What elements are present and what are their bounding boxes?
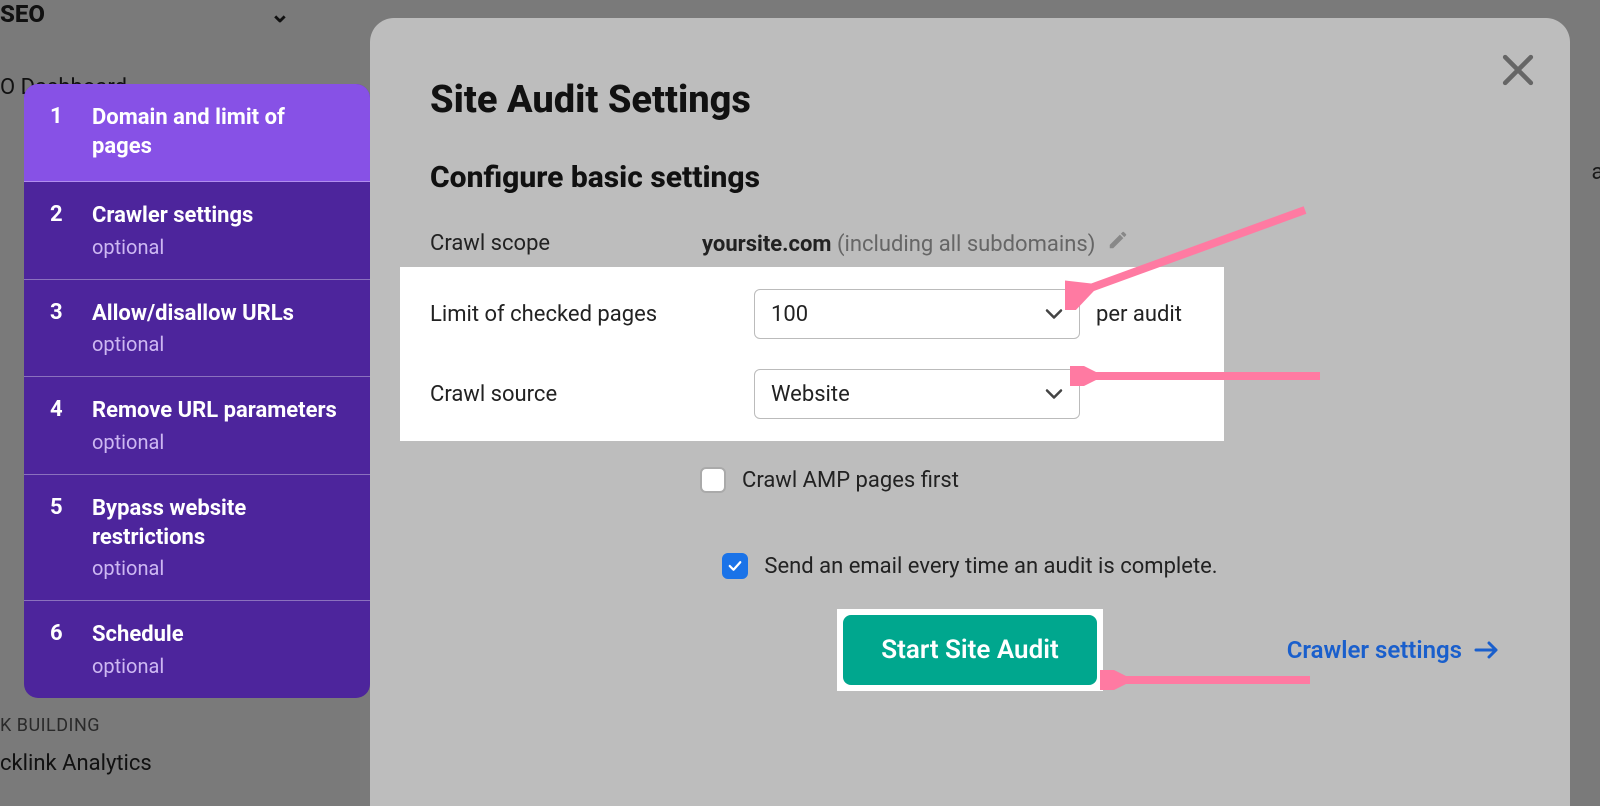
- limit-pages-label: Limit of checked pages: [430, 302, 754, 327]
- crawl-scope-row: Crawl scope yoursite.com (including all …: [430, 229, 1510, 257]
- modal-subtitle: Configure basic settings: [430, 160, 1510, 195]
- start-site-audit-button[interactable]: Start Site Audit: [843, 615, 1096, 685]
- wizard-step-domain-limit[interactable]: 1 Domain and limit of pages: [24, 84, 370, 182]
- close-button[interactable]: [1496, 48, 1540, 92]
- wizard-step-schedule[interactable]: 6 Schedule optional: [24, 601, 370, 698]
- wizard-step-number: 2: [50, 202, 66, 259]
- edit-scope-button[interactable]: [1107, 229, 1129, 251]
- crawl-scope-domain: yoursite.com: [702, 232, 831, 257]
- limit-pages-row: Limit of checked pages 100 per audit: [430, 287, 1224, 341]
- wizard-steps-sidebar: 1 Domain and limit of pages 2 Crawler se…: [24, 84, 370, 698]
- close-icon: [1496, 48, 1540, 92]
- wizard-step-optional: optional: [92, 332, 294, 356]
- wizard-step-label: Schedule: [92, 621, 184, 650]
- wizard-step-number: 5: [50, 495, 66, 580]
- highlight-panel: Limit of checked pages 100 per audit Cra…: [400, 267, 1224, 441]
- arrow-right-icon: [1474, 641, 1500, 659]
- wizard-step-allow-disallow-urls[interactable]: 3 Allow/disallow URLs optional: [24, 280, 370, 378]
- modal-title: Site Audit Settings: [430, 78, 1510, 122]
- wizard-step-optional: optional: [92, 235, 253, 259]
- wizard-step-number: 6: [50, 621, 66, 678]
- wizard-step-bypass-restrictions[interactable]: 5 Bypass website restrictions optional: [24, 475, 370, 601]
- crawl-source-label: Crawl source: [430, 382, 754, 407]
- email-checkbox-row: Send an email every time an audit is com…: [430, 553, 1510, 579]
- email-checkbox-label: Send an email every time an audit is com…: [764, 554, 1217, 579]
- limit-pages-suffix: per audit: [1096, 302, 1182, 327]
- wizard-step-label: Crawler settings: [92, 202, 253, 231]
- limit-pages-select[interactable]: 100: [754, 289, 1080, 339]
- pencil-icon: [1107, 229, 1129, 251]
- chevron-down-icon: [1045, 382, 1063, 407]
- amp-checkbox-label: Crawl AMP pages first: [742, 468, 959, 493]
- wizard-step-crawler-settings[interactable]: 2 Crawler settings optional: [24, 182, 370, 280]
- wizard-step-optional: optional: [92, 556, 344, 580]
- crawl-scope-label: Crawl scope: [430, 231, 702, 256]
- limit-pages-value: 100: [771, 302, 808, 327]
- wizard-step-optional: optional: [92, 430, 337, 454]
- chevron-down-icon: [1045, 302, 1063, 327]
- wizard-step-label: Remove URL parameters: [92, 397, 337, 426]
- crawl-source-value: Website: [771, 382, 850, 407]
- wizard-step-number: 1: [50, 104, 66, 161]
- crawler-settings-link[interactable]: Crawler settings: [1287, 636, 1500, 664]
- wizard-step-label: Domain and limit of pages: [92, 104, 344, 161]
- crawl-source-row: Crawl source Website: [430, 367, 1224, 421]
- wizard-step-label: Allow/disallow URLs: [92, 300, 294, 329]
- wizard-step-optional: optional: [92, 654, 184, 678]
- check-icon: [726, 557, 744, 575]
- wizard-step-number: 3: [50, 300, 66, 357]
- amp-checkbox-row: Crawl AMP pages first: [700, 467, 1510, 493]
- wizard-step-number: 4: [50, 397, 66, 454]
- email-checkbox[interactable]: [722, 553, 748, 579]
- modal-footer: Start Site Audit Crawler settings: [430, 609, 1510, 691]
- crawl-source-select[interactable]: Website: [754, 369, 1080, 419]
- amp-checkbox[interactable]: [700, 467, 726, 493]
- wizard-step-remove-url-parameters[interactable]: 4 Remove URL parameters optional: [24, 377, 370, 475]
- site-audit-settings-modal: Site Audit Settings Configure basic sett…: [370, 18, 1570, 806]
- crawler-settings-link-label: Crawler settings: [1287, 636, 1462, 664]
- crawl-scope-note: (including all subdomains): [837, 232, 1095, 257]
- wizard-step-label: Bypass website restrictions: [92, 495, 344, 552]
